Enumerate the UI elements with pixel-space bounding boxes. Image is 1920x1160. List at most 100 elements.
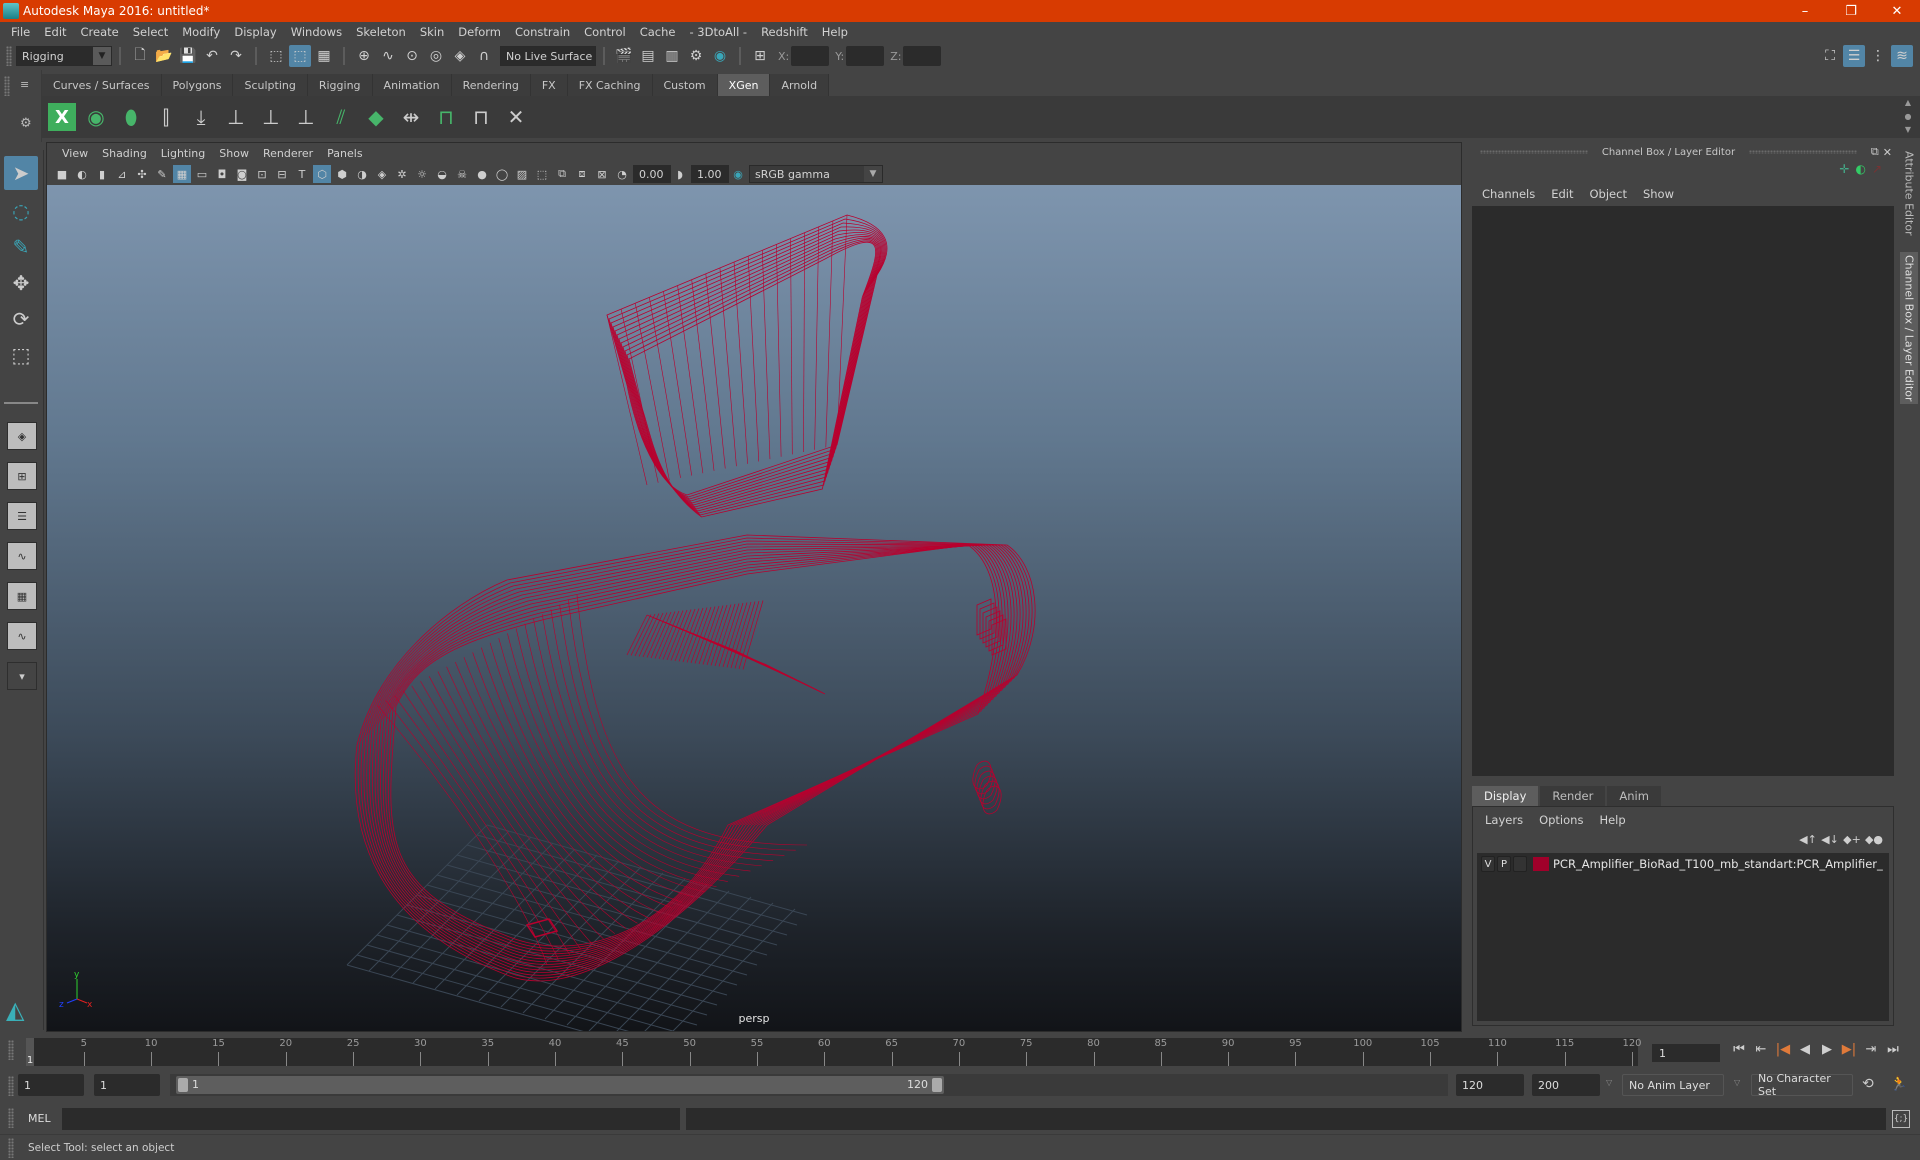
animation-end-field[interactable]: 200 bbox=[1532, 1074, 1600, 1096]
live-surface-field[interactable]: No Live Surface bbox=[500, 46, 596, 66]
layer-display-type-toggle[interactable] bbox=[1513, 856, 1527, 872]
persp-graph-outliner-layout-icon[interactable]: ∿ bbox=[7, 622, 37, 650]
step-forward-key-icon[interactable]: ⇥ bbox=[1860, 1042, 1882, 1057]
object-menu[interactable]: Object bbox=[1582, 187, 1635, 201]
tab-display[interactable]: Display bbox=[1472, 786, 1539, 806]
character-set-dropdown[interactable]: No Character Set bbox=[1751, 1072, 1853, 1098]
hypershade-persp-layout-icon[interactable]: ▦ bbox=[7, 582, 37, 610]
snap-view-plane-icon[interactable]: ◎ bbox=[425, 45, 447, 67]
help-menu[interactable]: Help bbox=[1591, 813, 1633, 827]
menu-redshift[interactable]: Redshift bbox=[754, 25, 815, 39]
channels-menu[interactable]: Channels bbox=[1474, 187, 1543, 201]
layer-playback-toggle[interactable]: P bbox=[1497, 856, 1511, 872]
layer-visibility-toggle[interactable]: V bbox=[1481, 856, 1495, 872]
preview-icon[interactable]: ◉ bbox=[81, 101, 111, 133]
manipulator-axes-icon[interactable]: ✛ bbox=[1839, 162, 1849, 176]
animation-preferences-icon[interactable]: 🏃 bbox=[1890, 1076, 1907, 1092]
add-guide-icon[interactable]: ⊥ bbox=[221, 101, 251, 133]
menu-windows[interactable]: Windows bbox=[284, 25, 349, 39]
tool-settings-icon[interactable]: ⋮ bbox=[1867, 45, 1889, 67]
guide-length-icon[interactable]: ⇹ bbox=[396, 101, 426, 133]
edit-menu[interactable]: Edit bbox=[1543, 187, 1581, 201]
2d-pan-zoom-icon[interactable]: ✣ bbox=[133, 165, 151, 183]
select-hierarchy-icon[interactable]: ⬚ bbox=[265, 45, 287, 67]
layer-color-swatch[interactable] bbox=[1533, 857, 1549, 871]
float-panel-icon[interactable]: ⧉ bbox=[1871, 145, 1879, 159]
paint-density-icon[interactable]: ◆ bbox=[361, 101, 391, 133]
close-panel-icon[interactable]: ✕ bbox=[1883, 146, 1892, 159]
select-camera-icon[interactable]: ■ bbox=[53, 165, 71, 183]
drag-handle[interactable] bbox=[1749, 150, 1857, 154]
gamma-field[interactable]: 1.00 bbox=[691, 165, 729, 183]
lock-guide-icon[interactable]: ⊥ bbox=[291, 101, 321, 133]
camera-attributes-icon[interactable]: ◐ bbox=[73, 165, 91, 183]
minimize-button[interactable]: – bbox=[1782, 0, 1828, 22]
multisample-icon[interactable]: ⧈ bbox=[573, 165, 591, 183]
motion-blur-icon[interactable]: ⧉ bbox=[553, 165, 571, 183]
exposure-icon[interactable]: ◔ bbox=[613, 165, 631, 183]
custom-layout-button[interactable]: ▾ bbox=[7, 662, 37, 690]
menu-modify[interactable]: Modify bbox=[175, 25, 227, 39]
attribute-editor-tab[interactable]: Attribute Editor bbox=[1900, 148, 1918, 238]
scroll-thumb-icon[interactable]: ● bbox=[1905, 112, 1912, 121]
channel-sync-icon[interactable]: ◐ bbox=[1855, 162, 1865, 176]
step-back-key-icon[interactable]: ⇤ bbox=[1750, 1042, 1772, 1057]
persp-graph-layout-icon[interactable]: ∿ bbox=[7, 542, 37, 570]
color-space-dropdown[interactable]: sRGB gamma ▼ bbox=[749, 165, 883, 183]
textured-icon[interactable]: ◈ bbox=[373, 165, 391, 183]
menu-cache[interactable]: Cache bbox=[633, 25, 683, 39]
select-guides-icon[interactable]: ⊓ bbox=[431, 101, 461, 133]
shelf-tab-fx-caching[interactable]: FX Caching bbox=[567, 74, 653, 96]
playback-end-field[interactable]: 120 bbox=[1456, 1074, 1524, 1096]
panel-menu-panels[interactable]: Panels bbox=[320, 147, 369, 160]
menu-3dtoall[interactable]: - 3DtoAll - bbox=[682, 25, 754, 39]
drag-handle[interactable] bbox=[1480, 150, 1588, 154]
attribute-editor-toggle-icon[interactable]: ☰ bbox=[1843, 45, 1865, 67]
wireframe-icon[interactable]: ⬡ bbox=[313, 165, 331, 183]
move-tool-icon[interactable]: ✥ bbox=[4, 266, 38, 300]
y-coord-field[interactable] bbox=[846, 46, 885, 66]
mel-language-toggle[interactable]: MEL bbox=[28, 1112, 51, 1125]
current-frame-marker[interactable]: 1 bbox=[26, 1038, 34, 1066]
shelf-tab-fx[interactable]: FX bbox=[530, 74, 568, 96]
snap-surface-icon[interactable]: ◈ bbox=[449, 45, 471, 67]
shelf-tab-polygons[interactable]: Polygons bbox=[161, 74, 234, 96]
scroll-up-icon[interactable]: ▲ bbox=[1905, 98, 1911, 107]
tab-render[interactable]: Render bbox=[1540, 786, 1606, 806]
menu-control[interactable]: Control bbox=[577, 25, 633, 39]
resolution-gate-icon[interactable]: ◘ bbox=[213, 165, 231, 183]
shelf-tab-sculpting[interactable]: Sculpting bbox=[233, 74, 308, 96]
modeling-toolkit-icon[interactable]: ⛶ bbox=[1819, 45, 1841, 67]
shelf-tab-custom[interactable]: Custom bbox=[652, 74, 718, 96]
options-menu[interactable]: Options bbox=[1531, 813, 1591, 827]
step-forward-frame-icon[interactable]: ▶| bbox=[1838, 1042, 1860, 1057]
maximize-button[interactable]: ❐ bbox=[1828, 0, 1874, 22]
smooth-shade-icon[interactable]: ⬢ bbox=[333, 165, 351, 183]
time-ruler[interactable]: 1 5 10 15 20 25 30 35 40 45 50 55 60 65 70 75 80 85 90 95 1… bbox=[26, 1038, 1642, 1066]
channel-box-layer-editor-tab[interactable]: Channel Box / Layer Editor bbox=[1900, 252, 1918, 404]
ambient-occlusion-icon[interactable]: ◒ bbox=[433, 165, 451, 183]
use-all-lights-icon[interactable]: ✲ bbox=[393, 165, 411, 183]
snap-point-icon[interactable]: ⊙ bbox=[401, 45, 423, 67]
scale-tool-icon[interactable]: ⬚ bbox=[4, 338, 38, 372]
play-backwards-icon[interactable]: ◀ bbox=[1794, 1042, 1816, 1057]
xgen-window-icon[interactable]: X bbox=[48, 103, 76, 131]
3d-viewport[interactable]: y x z persp bbox=[47, 185, 1461, 1031]
menu-select[interactable]: Select bbox=[126, 25, 175, 39]
shelf-tab-rigging[interactable]: Rigging bbox=[307, 74, 373, 96]
wireframe-on-shaded-icon[interactable]: ◑ bbox=[353, 165, 371, 183]
hypershade-icon[interactable]: ◉ bbox=[709, 45, 731, 67]
grease-pencil-icon[interactable]: ✎ bbox=[153, 165, 171, 183]
panel-menu-lighting[interactable]: Lighting bbox=[154, 147, 212, 160]
new-layer-from-selected-icon[interactable]: ◆● bbox=[1863, 833, 1885, 846]
safe-action-icon[interactable]: ⊟ bbox=[273, 165, 291, 183]
single-pane-layout-icon[interactable]: ◈ bbox=[7, 422, 37, 450]
bookmark-icon[interactable]: ▮ bbox=[93, 165, 111, 183]
scroll-down-icon[interactable]: ▼ bbox=[1905, 125, 1911, 134]
select-tool-icon[interactable]: ➤ bbox=[4, 156, 38, 190]
clear-preview-icon[interactable]: ⬮ bbox=[116, 101, 146, 133]
move-layer-down-icon[interactable]: ◀↓ bbox=[1819, 833, 1841, 846]
menu-create[interactable]: Create bbox=[74, 25, 126, 39]
play-forwards-icon[interactable]: ▶ bbox=[1816, 1042, 1838, 1057]
isolate-select-icon[interactable]: ⬚ bbox=[533, 165, 551, 183]
